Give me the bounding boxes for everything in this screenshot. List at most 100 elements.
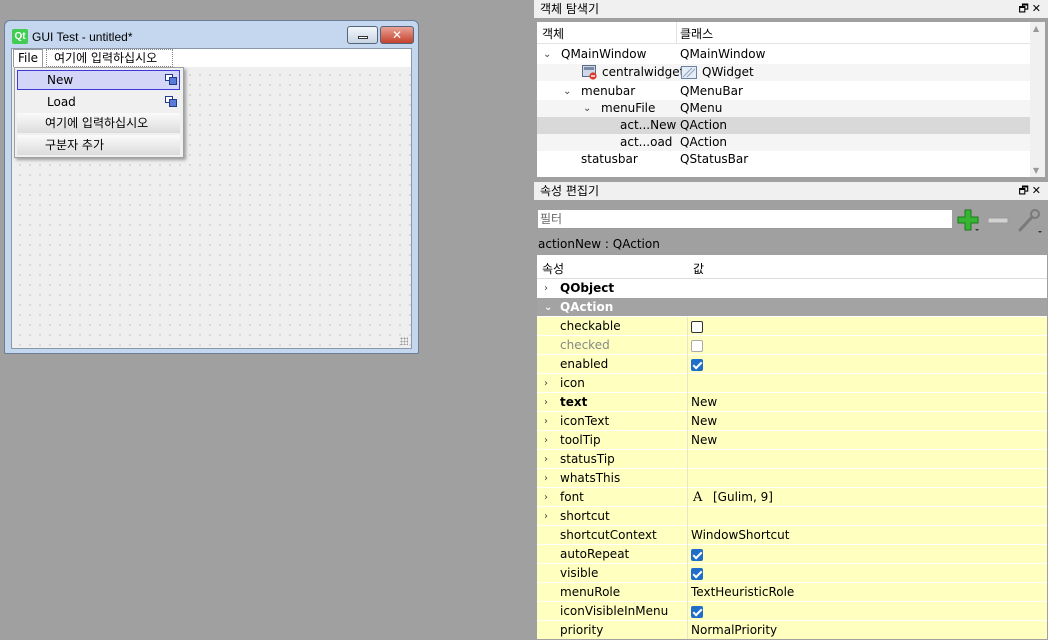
tree-row-menufile[interactable]: ⌄ menuFile QMenu (537, 100, 1032, 117)
property-name: whatsThis (560, 471, 621, 485)
property-row-font[interactable]: › font A [Gulim, 9] (537, 488, 1047, 507)
scroll-down-icon[interactable]: ▼ (1033, 166, 1039, 175)
group-row-qaction[interactable]: ⌄ QAction (537, 298, 1047, 317)
property-value[interactable]: TextHeuristicRole (691, 583, 794, 602)
menu-item-label: 구분자 추가 (45, 138, 105, 152)
font-icon: A (693, 490, 703, 505)
property-row-checked[interactable]: checked (537, 336, 1047, 355)
property-row-whatsthis[interactable]: › whatsThis (537, 469, 1047, 488)
expanded-arrow-icon[interactable]: ⌄ (583, 100, 591, 117)
property-row-icontext[interactable]: › iconText New (537, 412, 1047, 431)
form-title: GUI Test - untitled* (32, 30, 133, 44)
property-name: enabled (560, 357, 609, 371)
menubar-file[interactable]: File (13, 49, 43, 67)
configure-wrench-icon[interactable] (1016, 208, 1044, 234)
tree-row-mainwindow[interactable]: ⌄ QMainWindow QMainWindow (537, 46, 1032, 63)
property-row-icon[interactable]: › icon (537, 374, 1047, 393)
tree-row-menubar[interactable]: ⌄ menubar QMenuBar (537, 83, 1032, 100)
collapsed-arrow-icon[interactable]: › (544, 374, 548, 393)
tree-row-statusbar[interactable]: statusbar QStatusBar (537, 151, 1032, 168)
property-name: iconText (560, 414, 610, 428)
column-header-class[interactable]: 클래스 (680, 25, 713, 42)
property-value[interactable]: WindowShortcut (691, 526, 789, 545)
property-row-menurole[interactable]: menuRole TextHeuristicRole (537, 583, 1047, 602)
collapsed-arrow-icon[interactable]: › (544, 431, 548, 450)
add-property-icon[interactable] (956, 208, 982, 234)
close-icon: ✕ (391, 28, 403, 42)
close-button[interactable]: ✕ (380, 26, 414, 44)
scroll-up-icon[interactable]: ▲ (1033, 24, 1039, 33)
column-header-value[interactable]: 값 (693, 260, 704, 277)
property-row-shortcut[interactable]: › shortcut (537, 507, 1047, 526)
property-row-checkable[interactable]: checkable (537, 317, 1047, 336)
tree-row-centralwidget[interactable]: centralwidget QWidget (537, 64, 1032, 81)
property-row-priority[interactable]: priority NormalPriority (537, 621, 1047, 639)
property-value[interactable]: New (691, 412, 717, 431)
checkable-checkbox[interactable] (691, 321, 703, 333)
property-value[interactable]: New (691, 431, 717, 450)
property-row-autorepeat[interactable]: autoRepeat (537, 545, 1047, 564)
property-row-text[interactable]: › text New (537, 393, 1047, 412)
collapsed-arrow-icon[interactable]: › (544, 412, 548, 431)
property-name: shortcut (560, 509, 610, 523)
property-name: font (560, 490, 584, 504)
property-name: icon (560, 376, 585, 390)
property-row-iconvisibleinmenu[interactable]: iconVisibleInMenu (537, 602, 1047, 621)
group-label: QAction (560, 300, 614, 314)
menu-item-label: Load (47, 95, 76, 109)
form-menubar: File 여기에 입력하십시오 (12, 49, 411, 67)
enabled-checkbox[interactable] (691, 359, 703, 371)
property-name: checked (560, 338, 610, 352)
collapsed-arrow-icon[interactable]: › (544, 393, 548, 412)
autorepeat-checkbox[interactable] (691, 549, 703, 561)
iconvisibleinmenu-checkbox[interactable] (691, 606, 703, 618)
property-row-statustip[interactable]: › statusTip (537, 450, 1047, 469)
menu-item-type-here[interactable]: 여기에 입력하십시오 (17, 113, 180, 133)
property-row-enabled[interactable]: enabled (537, 355, 1047, 374)
collapsed-arrow-icon[interactable]: › (544, 279, 548, 298)
tree-row-action-load[interactable]: act...oad QAction (537, 134, 1032, 151)
remove-property-icon[interactable] (986, 208, 1012, 234)
menu-item-load[interactable]: Load (17, 92, 180, 112)
tree-row-class: QMenu (680, 101, 723, 115)
close-icon[interactable]: ✕ (1032, 184, 1044, 197)
submenu-add-icon[interactable] (165, 96, 177, 107)
property-name: shortcutContext (560, 528, 657, 542)
menu-item-new[interactable]: New (17, 70, 180, 90)
form-titlebar[interactable]: Qt GUI Test - untitled* ✕ (5, 21, 418, 48)
column-header-object[interactable]: 객체 (542, 25, 564, 42)
submenu-add-icon[interactable] (165, 74, 177, 85)
property-editor-title: 속성 편집기 (540, 184, 600, 198)
collapsed-arrow-icon[interactable]: › (544, 488, 548, 507)
tree-row-action-new[interactable]: act...New QAction (537, 117, 1032, 134)
property-value[interactable]: [Gulim, 9] (713, 488, 773, 507)
menu-item-add-separator[interactable]: 구분자 추가 (17, 135, 180, 155)
property-value[interactable]: NormalPriority (691, 621, 777, 639)
object-inspector-tree: 객체 클래스 ⌄ QMainWindow QMainWindow central… (536, 21, 1046, 178)
collapsed-arrow-icon[interactable]: › (544, 507, 548, 526)
group-row-qobject[interactable]: › QObject (537, 279, 1047, 298)
property-row-visible[interactable]: visible (537, 564, 1047, 583)
float-icon[interactable]: 🗗 (1018, 184, 1031, 197)
property-filter-input[interactable] (538, 210, 952, 229)
float-icon[interactable]: 🗗 (1018, 2, 1031, 15)
expanded-arrow-icon[interactable]: ⌄ (543, 46, 551, 63)
expanded-arrow-icon[interactable]: ⌄ (563, 83, 571, 100)
size-grip[interactable] (400, 337, 408, 345)
property-value[interactable]: New (691, 393, 717, 412)
property-editor-title-bar[interactable]: 속성 편집기 🗗✕ (534, 182, 1048, 200)
expanded-arrow-icon[interactable]: ⌄ (544, 298, 552, 317)
property-name: statusTip (560, 452, 615, 466)
collapsed-arrow-icon[interactable]: › (544, 450, 548, 469)
menubar-type-here[interactable]: 여기에 입력하십시오 (46, 49, 173, 67)
column-header-property[interactable]: 속성 (542, 260, 564, 277)
close-icon[interactable]: ✕ (1032, 2, 1044, 15)
object-inspector-title-bar[interactable]: 객체 탐색기 🗗✕ (534, 0, 1048, 18)
minimize-button[interactable] (347, 26, 378, 44)
visible-checkbox[interactable] (691, 568, 703, 580)
property-row-shortcutcontext[interactable]: shortcutContext WindowShortcut (537, 526, 1047, 545)
object-inspector-title: 객체 탐색기 (540, 2, 600, 16)
object-inspector-scrollbar[interactable]: ▲ ▼ (1030, 22, 1045, 177)
collapsed-arrow-icon[interactable]: › (544, 469, 548, 488)
property-row-tooltip[interactable]: › toolTip New (537, 431, 1047, 450)
